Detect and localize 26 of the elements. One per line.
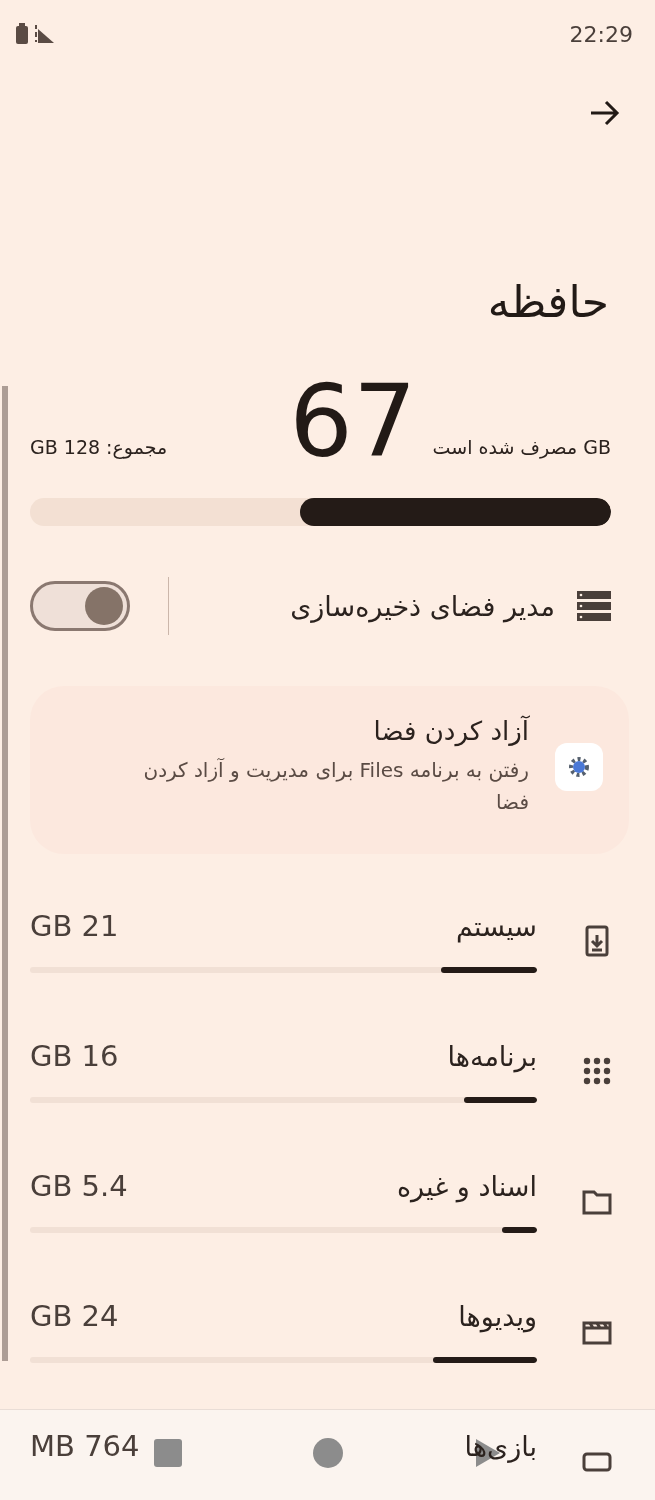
storage-manager-label: مدیر فضای ذخیره‌سازی [289,590,555,622]
category-name[interactable]: اسناد و غیره [396,1170,537,1202]
recents-icon[interactable] [153,1439,182,1467]
category-name[interactable]: ویدیوها [458,1300,537,1332]
free-space-card[interactable]: آزاد کردن فضا رفتن به برنامه Files برای مدیریت و آزاد کردن فضا [30,686,629,854]
storage-list-icon [577,591,611,621]
used-amount: 67 [289,372,417,472]
home-icon[interactable] [311,1437,344,1469]
page-title: حافظه [486,275,610,329]
gear-icon [555,743,603,791]
total-label: مجموع: GB 128 [30,436,168,461]
category-size: GB 5.4 [30,1169,128,1203]
free-space-title: آزاد کردن فضا [372,716,529,746]
category-size: MB 764 [30,1429,140,1463]
back-arrow-icon[interactable] [589,99,621,127]
category-name[interactable]: برنامه‌ها [447,1040,537,1072]
category-name[interactable]: بازی‌ها [464,1430,537,1462]
used-label: GB مصرف شده است [432,436,611,461]
apps-icon [581,1055,613,1087]
category-name[interactable]: سیستم [456,910,537,942]
storage-manager-switch[interactable] [30,581,130,631]
status-time: 22:29 [569,21,633,47]
category-size: GB 24 [30,1299,119,1333]
category-size: GB 21 [30,909,119,943]
category-size: GB 16 [30,1039,119,1073]
free-space-description: رفتن به برنامه Files برای مدیریت و آزاد کردن فضا [142,757,529,816]
